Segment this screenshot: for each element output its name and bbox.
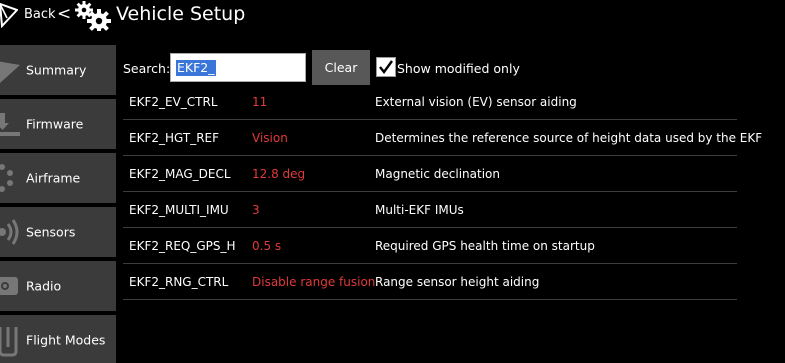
param-name: EKF2_REQ_GPS_H xyxy=(129,239,236,253)
search-input-value: EKF2_ xyxy=(176,60,216,76)
table-row[interactable]: EKF2_HGT_REF Vision Determines the refer… xyxy=(123,120,762,156)
sidebar-item-label: Radio xyxy=(26,278,62,294)
param-name: EKF2_HGT_REF xyxy=(129,131,220,145)
top-bar: Back < Vehicle Setup xyxy=(0,0,785,32)
paper-plane-back-icon[interactable] xyxy=(0,2,18,28)
sidebar: Summary Firmware Airframe Sensors Radio … xyxy=(0,45,116,363)
param-description: Magnetic declination xyxy=(375,167,500,181)
table-row[interactable]: EKF2_REQ_GPS_H 0.5 s Required GPS health… xyxy=(123,228,737,264)
param-value[interactable]: 11 xyxy=(252,95,267,109)
sidebar-item-label: Sensors xyxy=(26,224,76,240)
download-icon xyxy=(0,113,20,136)
sensors-waves-icon xyxy=(0,219,19,245)
table-row[interactable]: EKF2_MAG_DECL 12.8 deg Magnetic declinat… xyxy=(123,156,737,192)
show-modified-checkbox[interactable] xyxy=(376,57,396,77)
param-name: EKF2_MAG_DECL xyxy=(129,167,231,181)
param-value[interactable]: 12.8 deg xyxy=(252,167,305,181)
sidebar-item-summary[interactable]: Summary xyxy=(0,45,116,95)
sidebar-item-label: Flight Modes xyxy=(26,332,106,348)
radio-icon xyxy=(0,277,18,295)
sidebar-item-label: Summary xyxy=(26,62,87,78)
param-value[interactable]: 3 xyxy=(252,203,260,217)
show-modified-label[interactable]: Show modified only xyxy=(397,61,520,76)
param-description: Range sensor height aiding xyxy=(375,275,540,289)
sidebar-item-radio[interactable]: Radio xyxy=(0,261,116,311)
clear-button[interactable]: Clear xyxy=(312,50,370,85)
sidebar-item-sensors[interactable]: Sensors xyxy=(0,207,116,257)
page-title: Vehicle Setup xyxy=(116,3,246,25)
table-row[interactable]: EKF2_RNG_CTRL Disable range fusion Range… xyxy=(123,264,737,300)
airframe-dots-icon xyxy=(0,164,13,192)
param-description: Multi-EKF IMUs xyxy=(375,203,464,217)
sidebar-item-label: Firmware xyxy=(26,116,84,132)
gears-icon xyxy=(75,1,111,31)
table-row[interactable]: EKF2_EV_CTRL 11 External vision (EV) sen… xyxy=(123,84,737,120)
table-row[interactable]: EKF2_MULTI_IMU 3 Multi-EKF IMUs xyxy=(123,192,737,228)
param-description: Determines the reference source of heigh… xyxy=(375,131,763,145)
search-input[interactable]: EKF2_ xyxy=(170,53,306,82)
param-name: EKF2_RNG_CTRL xyxy=(129,275,229,289)
param-value[interactable]: 0.5 s xyxy=(252,239,281,253)
param-description: External vision (EV) sensor aiding xyxy=(375,95,577,109)
parameter-table: EKF2_EV_CTRL 11 External vision (EV) sen… xyxy=(123,84,762,300)
sidebar-item-airframe[interactable]: Airframe xyxy=(0,153,116,203)
param-name: EKF2_EV_CTRL xyxy=(129,95,218,109)
breadcrumb-separator: < xyxy=(57,4,72,24)
back-button[interactable]: Back xyxy=(24,7,56,22)
sidebar-item-flight-modes[interactable]: Flight Modes xyxy=(0,315,116,363)
search-label: Search: xyxy=(123,61,171,76)
checkmark-icon xyxy=(379,60,393,74)
param-value[interactable]: Vision xyxy=(252,131,288,145)
sidebar-item-label: Airframe xyxy=(26,170,81,186)
paper-plane-icon xyxy=(0,61,20,83)
param-value[interactable]: Disable range fusion xyxy=(252,275,375,289)
sidebar-item-firmware[interactable]: Firmware xyxy=(0,99,116,149)
flight-modes-icon xyxy=(0,327,18,357)
param-name: EKF2_MULTI_IMU xyxy=(129,203,229,217)
param-description: Required GPS health time on startup xyxy=(375,239,595,253)
